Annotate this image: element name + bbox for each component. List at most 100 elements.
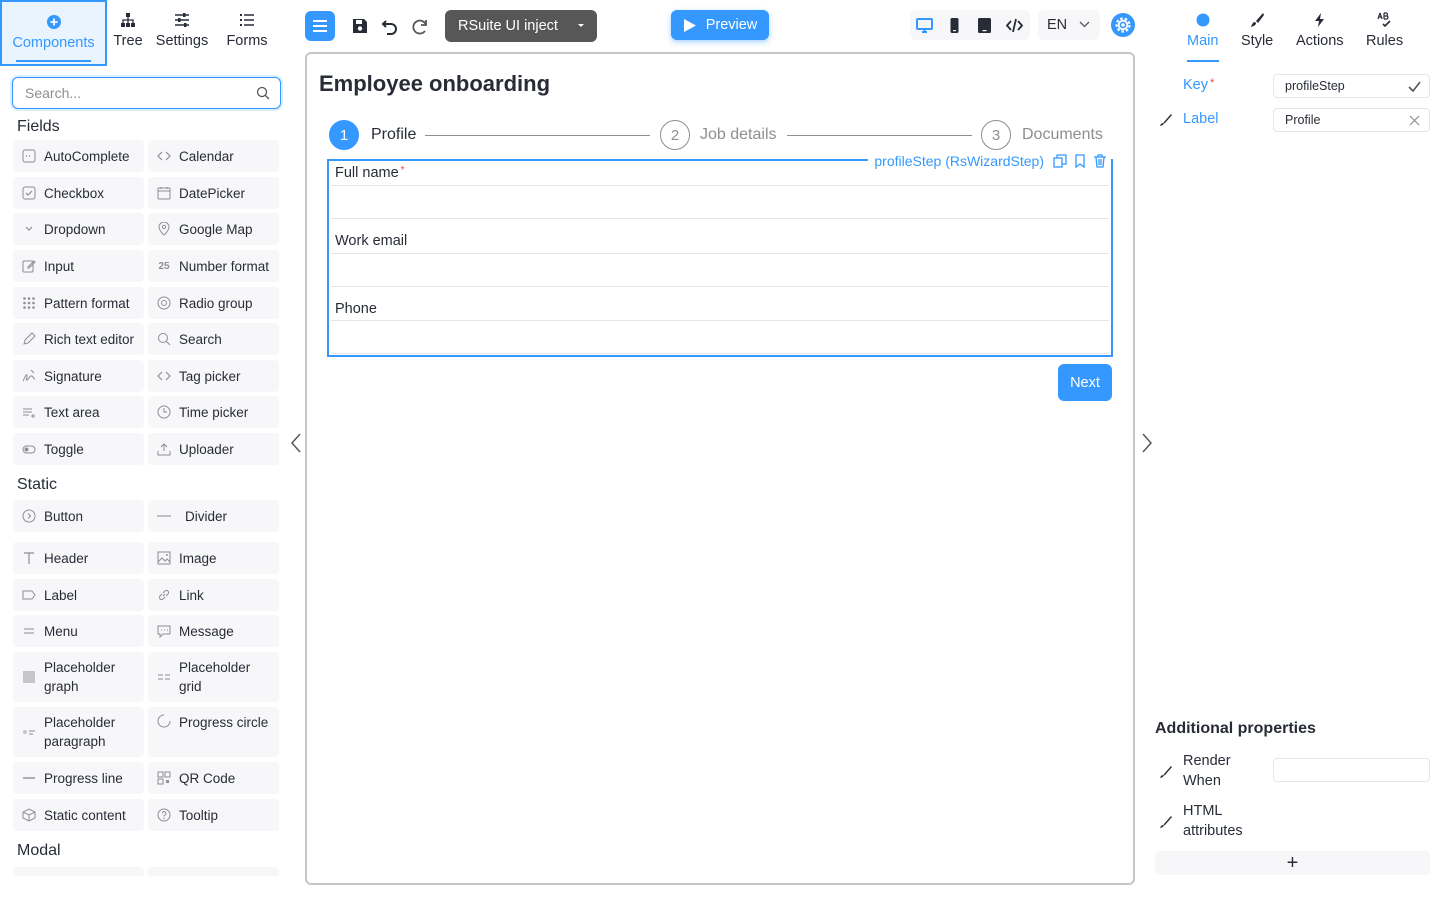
- component-signature[interactable]: Signature: [13, 360, 144, 392]
- tab-tree[interactable]: Tree: [107, 0, 149, 66]
- tab-settings[interactable]: Settings: [149, 0, 215, 66]
- component-calendar[interactable]: Calendar: [148, 140, 279, 172]
- tab-forms[interactable]: Forms: [215, 0, 279, 66]
- tab-forms-label: Forms: [226, 33, 268, 49]
- component-static-content[interactable]: Static content: [13, 799, 144, 831]
- code-view-button[interactable]: [1004, 15, 1024, 35]
- step-2-label[interactable]: Job details: [700, 126, 777, 144]
- component-placeholder-graph[interactable]: Placeholder graph: [13, 652, 144, 702]
- component-google-map[interactable]: Google Map: [148, 213, 279, 245]
- check-icon[interactable]: [1408, 80, 1421, 93]
- component-label[interactable]: Label: [13, 579, 144, 611]
- header-icon: [21, 550, 37, 566]
- components-list[interactable]: Fields AutoComplete Calendar Checkbox Da…: [0, 112, 292, 876]
- full-name-input[interactable]: [331, 185, 1109, 219]
- component-label: Tooltip: [179, 807, 219, 823]
- component-image[interactable]: Image: [148, 542, 279, 574]
- redo-button[interactable]: [406, 12, 434, 40]
- tab-actions[interactable]: Actions: [1296, 12, 1344, 49]
- component-progress-circle[interactable]: Progress circle: [148, 707, 279, 757]
- key-input[interactable]: profileStep: [1273, 74, 1430, 98]
- pen-icon[interactable]: [1159, 113, 1173, 127]
- mobile-view-button[interactable]: [944, 15, 964, 35]
- pen-icon[interactable]: [1159, 815, 1173, 829]
- add-property-button[interactable]: +: [1155, 851, 1430, 875]
- theme-settings-button[interactable]: [1110, 12, 1136, 38]
- save-button[interactable]: [346, 12, 374, 40]
- component-datepicker[interactable]: DatePicker: [148, 177, 279, 209]
- undo-button[interactable]: [376, 12, 404, 40]
- close-icon[interactable]: [1408, 114, 1421, 127]
- theme-select-value: RSuite UI inject: [458, 18, 558, 34]
- desktop-view-button[interactable]: [914, 15, 934, 35]
- component-uploader[interactable]: Uploader: [148, 433, 279, 465]
- component-link[interactable]: Link: [148, 579, 279, 611]
- tab-style[interactable]: Style: [1241, 12, 1273, 49]
- checkbox-icon: [21, 185, 37, 201]
- preview-button[interactable]: Preview: [671, 10, 769, 40]
- component-header[interactable]: Header: [13, 542, 144, 574]
- tab-main[interactable]: Main: [1187, 12, 1218, 49]
- tablet-view-button[interactable]: [974, 15, 994, 35]
- component-text-area[interactable]: Text area: [13, 396, 144, 428]
- language-select[interactable]: EN: [1038, 10, 1100, 40]
- step-1-label[interactable]: Profile: [371, 126, 416, 144]
- component-modal-item[interactable]: [148, 867, 279, 876]
- component-search[interactable]: Search: [148, 323, 279, 355]
- pen-icon[interactable]: [1159, 765, 1173, 779]
- tab-components[interactable]: Components: [0, 0, 107, 66]
- component-pattern-format[interactable]: Pattern format: [13, 287, 144, 319]
- menu-button[interactable]: [305, 11, 335, 41]
- group-title-static: Static: [17, 476, 58, 493]
- label-input[interactable]: Profile: [1273, 108, 1430, 132]
- work-email-input[interactable]: [331, 253, 1109, 287]
- component-rich-text-editor[interactable]: Rich text editor: [13, 323, 144, 355]
- tab-rules[interactable]: Rules: [1366, 12, 1403, 49]
- component-placeholder-paragraph[interactable]: Placeholder paragraph: [13, 707, 144, 757]
- component-qr-code[interactable]: QR Code: [148, 762, 279, 794]
- bookmark-icon[interactable]: [1073, 154, 1087, 168]
- component-menu[interactable]: Menu: [13, 615, 144, 647]
- phone-input[interactable]: [331, 320, 1109, 354]
- selected-component-name: profileStep (RsWizardStep): [874, 153, 1044, 169]
- next-button[interactable]: Next: [1058, 364, 1112, 401]
- form-canvas[interactable]: Employee onboarding 1 Profile 2 Job deta…: [305, 52, 1135, 885]
- step-1-indicator[interactable]: 1: [329, 120, 359, 150]
- step-2-indicator[interactable]: 2: [660, 120, 690, 150]
- radio-icon: [156, 295, 172, 311]
- component-modal-item[interactable]: [13, 867, 144, 876]
- code-icon: [1005, 18, 1023, 32]
- component-dropdown[interactable]: Dropdown: [13, 213, 144, 245]
- component-button[interactable]: Button: [13, 500, 144, 532]
- step-3-label[interactable]: Documents: [1022, 126, 1103, 144]
- gear-icon: [1111, 13, 1135, 37]
- component-autocomplete[interactable]: AutoComplete: [13, 140, 144, 172]
- tag-label-icon: [21, 587, 37, 603]
- search-icon[interactable]: [256, 86, 270, 100]
- trash-icon[interactable]: [1093, 154, 1107, 168]
- render-when-input[interactable]: [1273, 758, 1430, 782]
- component-message[interactable]: Message: [148, 615, 279, 647]
- component-checkbox[interactable]: Checkbox: [13, 177, 144, 209]
- theme-select[interactable]: RSuite UI inject: [445, 10, 597, 42]
- component-tooltip[interactable]: Tooltip: [148, 799, 279, 831]
- component-placeholder-grid[interactable]: Placeholder grid: [148, 652, 279, 702]
- form-title: Employee onboarding: [319, 71, 551, 96]
- selected-wizard-step[interactable]: profileStep (RsWizardStep) Full name * Wo…: [327, 151, 1113, 357]
- component-progress-line[interactable]: Progress line: [13, 762, 144, 794]
- component-toggle[interactable]: Toggle: [13, 433, 144, 465]
- collapse-left-panel-icon[interactable]: [289, 432, 303, 454]
- component-label: Tag picker: [179, 368, 241, 384]
- collapse-right-panel-icon[interactable]: [1140, 432, 1154, 454]
- component-radio-group[interactable]: Radio group: [148, 287, 279, 319]
- component-divider[interactable]: Divider: [148, 500, 279, 532]
- component-number-format[interactable]: 25 Number format: [148, 250, 279, 282]
- copy-icon[interactable]: [1053, 154, 1067, 168]
- step-3-indicator[interactable]: 3: [981, 120, 1011, 150]
- component-tag-picker[interactable]: Tag picker: [148, 360, 279, 392]
- tree-icon: [121, 13, 135, 27]
- component-time-picker[interactable]: Time picker: [148, 396, 279, 428]
- form-builder-app: Components Tree Settings Forms Fields Au…: [0, 0, 1440, 900]
- search-input[interactable]: [13, 78, 243, 108]
- component-input[interactable]: Input: [13, 250, 144, 282]
